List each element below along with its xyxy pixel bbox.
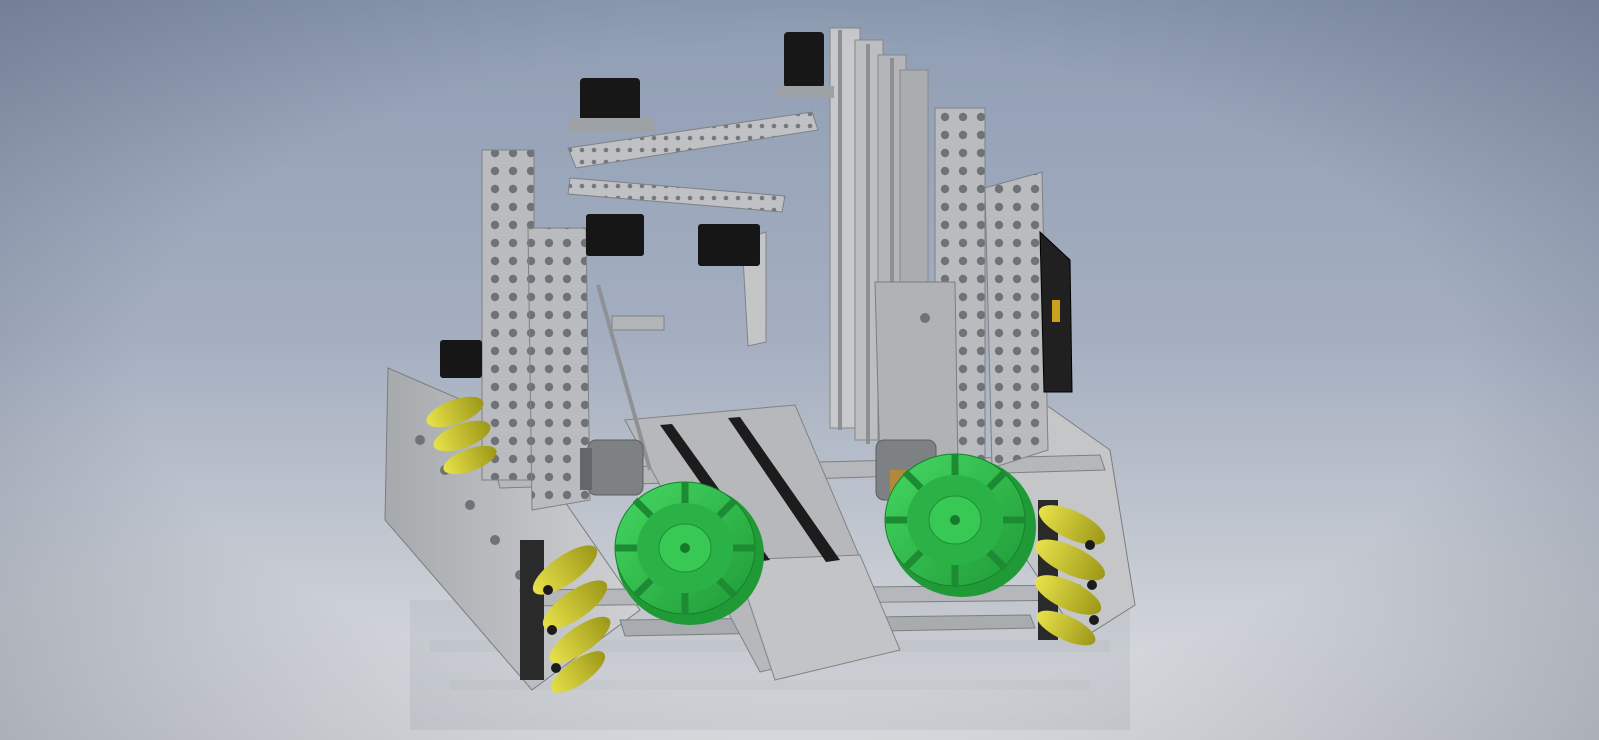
right-upright-front[interactable] (984, 171, 1049, 469)
cad-viewport[interactable] (0, 0, 1599, 740)
left-upright-back[interactable] (481, 149, 535, 481)
servo-side-left[interactable] (440, 340, 482, 378)
mid-crossbar[interactable] (567, 177, 786, 213)
servo-top-left[interactable] (570, 78, 654, 132)
control-hub-connector (1052, 300, 1060, 322)
servo-mid-right[interactable] (698, 224, 760, 266)
carriage-hole (920, 313, 930, 323)
servo-top-right[interactable] (778, 32, 834, 98)
drive-motor-left[interactable] (580, 439, 644, 496)
claw-finger[interactable] (611, 315, 665, 331)
servo-mid-left[interactable] (586, 214, 644, 256)
robot-cad-model[interactable] (0, 0, 1599, 740)
